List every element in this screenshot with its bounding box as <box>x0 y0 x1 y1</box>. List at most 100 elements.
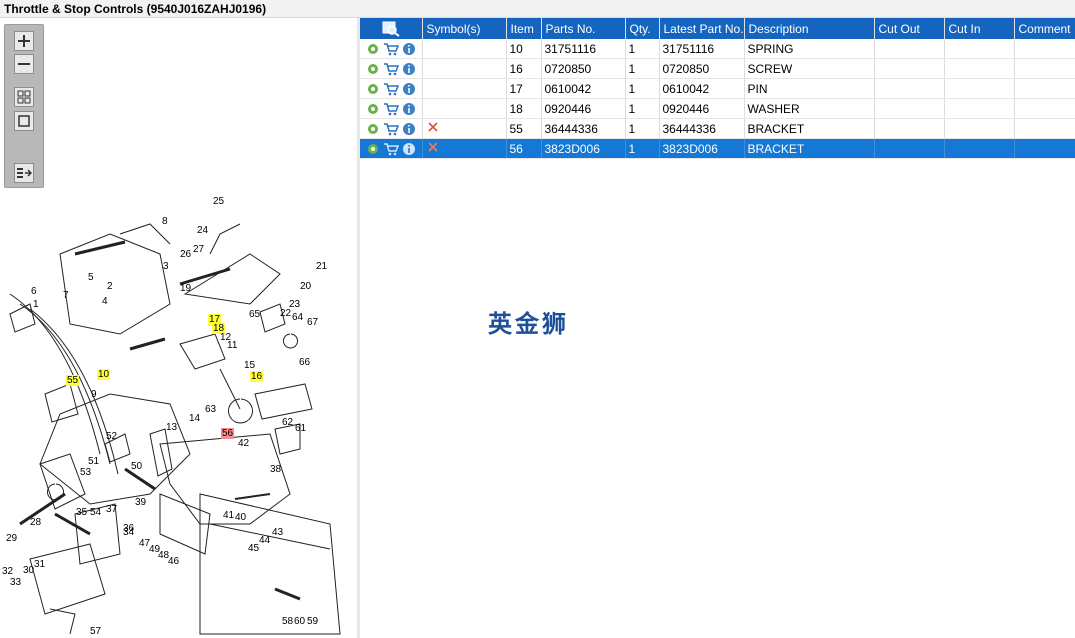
callout[interactable]: 32 <box>1 566 14 577</box>
callout[interactable]: 7 <box>62 290 70 301</box>
cart-icon[interactable] <box>383 122 399 136</box>
callout-highlighted[interactable]: 55 <box>66 375 80 386</box>
cell-cut-in <box>944 118 1015 139</box>
callout[interactable]: 60 <box>293 616 306 627</box>
callout[interactable]: 15 <box>243 360 256 371</box>
cart-icon[interactable] <box>383 82 399 96</box>
info-icon[interactable] <box>402 42 416 56</box>
callout[interactable]: 65 <box>248 309 261 320</box>
callout[interactable]: 24 <box>196 225 209 236</box>
callout[interactable]: 40 <box>234 512 247 523</box>
table-row[interactable]: 55 36444336 1 36444336 BRACKET <box>360 118 1075 139</box>
zoom-out-button[interactable] <box>14 54 34 74</box>
callout[interactable]: 3 <box>162 261 170 272</box>
callout[interactable]: 45 <box>247 543 260 554</box>
callout[interactable]: 2 <box>106 281 114 292</box>
callout[interactable]: 46 <box>167 556 180 567</box>
callout[interactable]: 31 <box>33 559 46 570</box>
callout[interactable]: 62 <box>281 417 294 428</box>
callout[interactable]: 13 <box>165 422 178 433</box>
cart-icon[interactable] <box>383 62 399 76</box>
callout[interactable]: 37 <box>105 504 118 515</box>
table-row[interactable]: 17 0610042 1 0610042 PIN <box>360 78 1075 99</box>
column-header-comment[interactable]: Comment <box>1014 18 1075 39</box>
callout[interactable]: 1 <box>32 299 40 310</box>
callout[interactable]: 63 <box>204 404 217 415</box>
column-header-symbols[interactable]: Symbol(s) <box>422 18 507 39</box>
callout[interactable]: 43 <box>271 527 284 538</box>
column-header-item[interactable]: Item <box>506 18 542 39</box>
table-row[interactable]: 16 0720850 1 0720850 SCREW <box>360 58 1075 79</box>
info-icon[interactable] <box>402 122 416 136</box>
gear-icon[interactable] <box>366 102 380 116</box>
callout[interactable]: 25 <box>212 196 225 207</box>
callout[interactable]: 35 <box>75 507 88 518</box>
callout[interactable]: 53 <box>79 467 92 478</box>
callout[interactable]: 42 <box>237 438 250 449</box>
gear-icon[interactable] <box>366 142 380 156</box>
callout[interactable]: 52 <box>105 431 118 442</box>
callout[interactable]: 8 <box>161 216 169 227</box>
callout[interactable]: 33 <box>9 577 22 588</box>
callout[interactable]: 34 <box>122 527 135 538</box>
info-icon[interactable] <box>402 142 416 156</box>
callout[interactable]: 50 <box>130 461 143 472</box>
cell-qty: 1 <box>625 138 660 159</box>
info-icon[interactable] <box>402 102 416 116</box>
cell-item: 17 <box>506 78 542 99</box>
callout[interactable]: 23 <box>288 299 301 310</box>
callout[interactable]: 41 <box>222 510 235 521</box>
callout[interactable]: 29 <box>5 533 18 544</box>
diagram-pane[interactable]: 25 8 24 21 3 26 27 7 22 6 5 1 19 23 20 2… <box>0 18 357 638</box>
column-header-latest-part-no[interactable]: Latest Part No. <box>659 18 745 39</box>
cart-icon[interactable] <box>383 42 399 56</box>
column-header-search[interactable] <box>360 18 423 39</box>
column-header-parts-no[interactable]: Parts No. <box>541 18 626 39</box>
callout[interactable]: 26 <box>179 249 192 260</box>
gear-icon[interactable] <box>366 82 380 96</box>
callout[interactable]: 11 <box>226 340 238 351</box>
callout[interactable]: 20 <box>299 281 312 292</box>
table-row[interactable]: 10 31751116 1 31751116 SPRING <box>360 39 1075 59</box>
callout[interactable]: 59 <box>306 616 319 627</box>
column-header-qty[interactable]: Qty. <box>625 18 660 39</box>
callout[interactable]: 66 <box>298 357 311 368</box>
callout[interactable]: 51 <box>87 456 100 467</box>
callout[interactable]: 27 <box>192 244 205 255</box>
callout[interactable]: 38 <box>269 464 282 475</box>
fit-all-button[interactable] <box>14 87 34 107</box>
callout[interactable]: 61 <box>294 423 307 434</box>
callout[interactable]: 9 <box>90 389 98 400</box>
info-icon[interactable] <box>402 82 416 96</box>
callout-selected[interactable]: 56 <box>221 428 235 439</box>
callout-highlighted[interactable]: 16 <box>250 371 264 382</box>
callout[interactable]: 28 <box>29 517 42 528</box>
callout[interactable]: 19 <box>179 283 192 294</box>
actual-size-button[interactable] <box>14 111 34 131</box>
callout[interactable]: 21 <box>315 261 328 272</box>
callout[interactable]: 4 <box>101 296 109 307</box>
callout[interactable]: 57 <box>89 626 102 637</box>
column-header-cut-out[interactable]: Cut Out <box>874 18 945 39</box>
column-header-description[interactable]: Description <box>744 18 875 39</box>
cart-icon[interactable] <box>383 102 399 116</box>
callout[interactable]: 6 <box>30 286 38 297</box>
table-row-selected[interactable]: 56 3823D006 1 3823D006 BRACKET <box>360 138 1075 159</box>
gear-icon[interactable] <box>366 122 380 136</box>
callout[interactable]: 67 <box>306 317 319 328</box>
gear-icon[interactable] <box>366 42 380 56</box>
info-icon[interactable] <box>402 62 416 76</box>
callout[interactable]: 54 <box>89 507 102 518</box>
column-header-cut-in[interactable]: Cut In <box>944 18 1015 39</box>
callout[interactable]: 14 <box>188 413 201 424</box>
zoom-in-button[interactable] <box>14 31 34 51</box>
table-row[interactable]: 18 0920446 1 0920446 WASHER <box>360 98 1075 119</box>
callout-highlighted[interactable]: 10 <box>97 369 111 380</box>
callout[interactable]: 5 <box>87 272 95 283</box>
toggle-list-button[interactable] <box>14 163 34 183</box>
cell-cut-out <box>874 78 945 99</box>
callout[interactable]: 39 <box>134 497 147 508</box>
gear-icon[interactable] <box>366 62 380 76</box>
cart-icon[interactable] <box>383 142 399 156</box>
callout[interactable]: 64 <box>291 312 304 323</box>
